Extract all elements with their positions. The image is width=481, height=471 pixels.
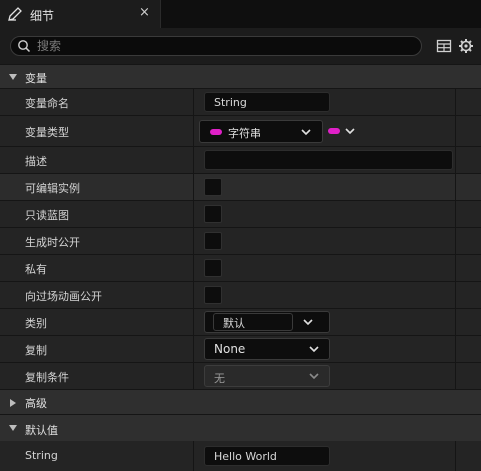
blueprint-readonly-checkbox[interactable] [204, 205, 222, 223]
category-input[interactable]: 默认 [213, 313, 293, 331]
section-variables[interactable]: 变量 [0, 64, 481, 88]
column-divider[interactable] [193, 89, 194, 115]
field-label: 变量命名 [25, 97, 69, 110]
default-string-input[interactable]: Hello World [204, 446, 330, 466]
tab-title: 细节 [30, 9, 55, 23]
section-title: 高级 [25, 397, 47, 410]
column-divider [455, 282, 456, 308]
search-input[interactable] [37, 38, 407, 54]
column-divider [455, 309, 456, 335]
replication-condition-dropdown: 无 [204, 365, 330, 387]
column-divider [455, 174, 456, 200]
row-expose-on-spawn: 生成时公开 [0, 228, 481, 255]
chevron-right-icon [10, 399, 16, 407]
row-expose-to-cinematics: 向过场动画公开 [0, 282, 481, 309]
dropdown-value: 字符串 [228, 127, 261, 140]
field-label: String [25, 449, 58, 462]
column-divider[interactable] [193, 147, 194, 173]
column-divider [455, 255, 456, 281]
column-divider[interactable] [193, 201, 194, 227]
field-label: 变量类型 [25, 126, 69, 139]
field-label: 复制条件 [25, 371, 69, 384]
column-divider [455, 363, 456, 389]
toolbar [0, 28, 481, 64]
column-divider [455, 336, 456, 362]
field-label: 复制 [25, 344, 47, 357]
column-divider[interactable] [193, 363, 194, 389]
row-variable-name: 变量命名 String [0, 89, 481, 116]
column-divider [455, 441, 456, 471]
expose-on-spawn-checkbox[interactable] [204, 232, 222, 250]
section-title: 默认值 [25, 424, 58, 437]
chevron-down-icon [301, 129, 311, 136]
dropdown-value: None [214, 342, 246, 356]
container-type-dropdown[interactable] [327, 123, 359, 140]
section-title: 变量 [25, 72, 47, 85]
row-blueprint-readonly: 只读蓝图 [0, 201, 481, 228]
column-divider[interactable] [193, 441, 194, 471]
field-label: 私有 [25, 263, 47, 276]
row-description: 描述 [0, 147, 481, 174]
chevron-down-icon [309, 346, 319, 353]
gear-icon[interactable] [458, 38, 474, 54]
row-replication: 复制 None [0, 336, 481, 363]
field-label: 向过场动画公开 [25, 290, 102, 303]
field-label: 只读蓝图 [25, 209, 69, 222]
tab-details[interactable]: 细节 × [0, 0, 161, 28]
row-variable-type: 变量类型 字符串 [0, 116, 481, 147]
edit-icon [8, 7, 22, 21]
column-divider[interactable] [193, 174, 194, 200]
description-input[interactable] [204, 150, 453, 170]
row-replication-condition: 复制条件 无 [0, 363, 481, 390]
column-divider [455, 116, 456, 146]
variable-type-dropdown[interactable]: 字符串 [199, 120, 323, 143]
field-label: 描述 [25, 155, 47, 168]
container-pin-icon [328, 128, 340, 134]
row-instance-editable: 可编辑实例 [0, 174, 481, 201]
section-default-value[interactable]: 默认值 [0, 414, 481, 441]
row-private: 私有 [0, 255, 481, 282]
row-category: 类别 默认 [0, 309, 481, 336]
chevron-down-icon [309, 373, 319, 380]
column-divider[interactable] [193, 309, 194, 335]
variable-name-input[interactable]: String [204, 92, 330, 112]
column-divider[interactable] [193, 228, 194, 254]
column-divider [455, 228, 456, 254]
tab-bar: 细节 × [0, 0, 481, 28]
section-advanced[interactable]: 高级 [0, 389, 481, 414]
chevron-down-icon [9, 425, 17, 431]
dropdown-value: 无 [214, 372, 225, 385]
field-label: 类别 [25, 317, 47, 330]
category-combo[interactable]: 默认 [204, 311, 330, 333]
column-divider [455, 147, 456, 173]
column-divider[interactable] [193, 255, 194, 281]
field-label: 可编辑实例 [25, 182, 80, 195]
chevron-down-icon [345, 128, 355, 135]
replication-dropdown[interactable]: None [204, 338, 330, 360]
column-divider[interactable] [193, 116, 194, 146]
private-checkbox[interactable] [204, 259, 222, 277]
column-divider[interactable] [193, 282, 194, 308]
column-divider[interactable] [193, 336, 194, 362]
expose-to-cinematics-checkbox[interactable] [204, 286, 222, 304]
chevron-down-icon[interactable] [303, 319, 313, 326]
close-icon[interactable]: × [139, 5, 150, 20]
grid-icon[interactable] [436, 38, 452, 54]
field-label: 生成时公开 [25, 236, 80, 249]
chevron-down-icon [9, 74, 17, 80]
column-divider [455, 89, 456, 115]
type-pin-icon [210, 129, 222, 135]
search-box[interactable] [10, 36, 422, 56]
instance-editable-checkbox[interactable] [204, 178, 222, 196]
column-divider [455, 201, 456, 227]
search-icon [18, 40, 31, 53]
row-default-string: String Hello World [0, 441, 481, 471]
